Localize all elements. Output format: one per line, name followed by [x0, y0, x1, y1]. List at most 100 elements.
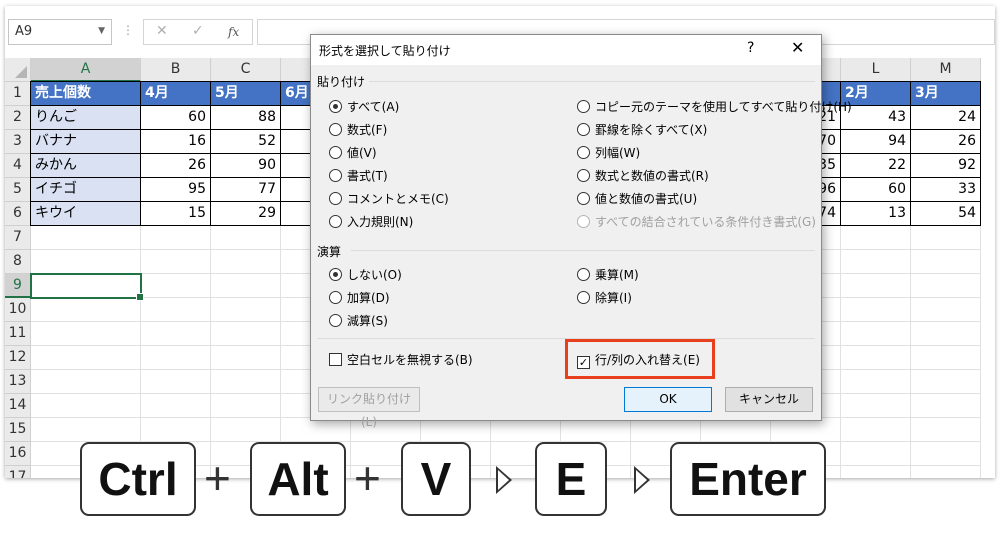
insert-function-icon[interactable]: fx [228, 25, 239, 39]
paste-option-except-borders[interactable]: 罫線を除くすべて(X) [577, 121, 707, 138]
cell[interactable] [31, 298, 141, 322]
cell[interactable] [31, 418, 141, 442]
row-header-11[interactable]: 11 [5, 322, 31, 346]
table-header-cell[interactable]: 5月 [210, 81, 281, 106]
row-header-16[interactable]: 16 [5, 442, 31, 466]
cell[interactable] [31, 250, 141, 274]
cell[interactable] [841, 418, 911, 442]
cell[interactable] [31, 346, 141, 370]
cell[interactable] [141, 322, 211, 346]
value-cell[interactable]: 90 [210, 153, 281, 178]
cell[interactable] [141, 346, 211, 370]
value-cell[interactable]: 26 [910, 129, 981, 154]
column-header-l[interactable]: L [841, 58, 911, 82]
paste-option-column-widths[interactable]: 列幅(W) [577, 144, 640, 161]
cell[interactable] [841, 226, 911, 250]
cell[interactable] [31, 370, 141, 394]
column-header-m[interactable]: M [911, 58, 981, 82]
row-header-15[interactable]: 15 [5, 418, 31, 442]
cell[interactable] [561, 418, 631, 442]
cell[interactable] [631, 418, 701, 442]
paste-option-values[interactable]: 値(V) [329, 144, 377, 161]
paste-option-formulas[interactable]: 数式(F) [329, 121, 387, 138]
item-name-cell[interactable]: キウイ [30, 201, 141, 226]
cell[interactable] [141, 250, 211, 274]
paste-option-values-number-formats[interactable]: 値と数値の書式(U) [577, 190, 697, 207]
cell[interactable] [911, 274, 981, 298]
name-box[interactable]: A9 ▼ [8, 19, 112, 45]
cell[interactable] [31, 322, 141, 346]
row-header-14[interactable]: 14 [5, 394, 31, 418]
cell[interactable] [841, 394, 911, 418]
cell[interactable] [841, 250, 911, 274]
row-header-3[interactable]: 3 [5, 130, 31, 154]
column-header-a[interactable]: A [31, 58, 141, 82]
column-header-b[interactable]: B [141, 58, 211, 82]
operation-add[interactable]: 加算(D) [329, 289, 390, 306]
item-name-cell[interactable]: バナナ [30, 129, 141, 154]
value-cell[interactable]: 15 [140, 201, 211, 226]
chevron-down-icon[interactable]: ▼ [98, 26, 105, 36]
table-header-cell[interactable]: 3月 [910, 81, 981, 106]
enter-icon[interactable]: ✓ [192, 23, 204, 39]
cell[interactable] [911, 370, 981, 394]
cell[interactable] [141, 298, 211, 322]
close-button[interactable]: ✕ [791, 38, 804, 57]
help-button[interactable]: ? [747, 40, 754, 56]
cell[interactable] [211, 346, 281, 370]
cell[interactable] [841, 322, 911, 346]
cell[interactable] [491, 418, 561, 442]
row-header-8[interactable]: 8 [5, 250, 31, 274]
cell[interactable] [911, 466, 981, 478]
cell[interactable] [911, 346, 981, 370]
cell[interactable] [841, 346, 911, 370]
value-cell[interactable]: 60 [140, 105, 211, 130]
paste-option-all[interactable]: すべて(A) [329, 98, 399, 115]
paste-option-source-theme[interactable]: コピー元のテーマを使用してすべて貼り付け(H) [577, 98, 852, 115]
cell[interactable] [911, 322, 981, 346]
drag-handle-icon[interactable]: ⋮ [122, 23, 134, 37]
cell[interactable] [841, 442, 911, 466]
cell[interactable] [911, 298, 981, 322]
operation-none[interactable]: しない(O) [329, 266, 402, 283]
cell[interactable] [841, 298, 911, 322]
cell[interactable] [421, 418, 491, 442]
row-header-5[interactable]: 5 [5, 178, 31, 202]
ok-button[interactable]: OK [624, 387, 712, 412]
value-cell[interactable]: 26 [140, 153, 211, 178]
cell[interactable] [211, 298, 281, 322]
operation-divide[interactable]: 除算(I) [577, 289, 632, 306]
cell[interactable] [281, 418, 351, 442]
cell[interactable] [211, 274, 281, 298]
row-header-12[interactable]: 12 [5, 346, 31, 370]
cell[interactable] [141, 226, 211, 250]
cell[interactable] [141, 274, 211, 298]
cell[interactable] [771, 418, 841, 442]
cell[interactable] [911, 226, 981, 250]
cell[interactable] [211, 418, 281, 442]
cell[interactable] [841, 466, 911, 478]
value-cell[interactable]: 94 [840, 129, 911, 154]
value-cell[interactable]: 95 [140, 177, 211, 202]
cell[interactable] [141, 394, 211, 418]
row-header-2[interactable]: 2 [5, 106, 31, 130]
cell[interactable] [211, 250, 281, 274]
row-header-10[interactable]: 10 [5, 298, 31, 322]
operation-subtract[interactable]: 減算(S) [329, 312, 388, 329]
active-cell-cursor[interactable] [30, 273, 144, 301]
value-cell[interactable]: 52 [210, 129, 281, 154]
value-cell[interactable]: 92 [910, 153, 981, 178]
paste-option-formulas-number-formats[interactable]: 数式と数値の書式(R) [577, 167, 709, 184]
cell[interactable] [211, 322, 281, 346]
item-name-cell[interactable]: みかん [30, 153, 141, 178]
value-cell[interactable]: 24 [910, 105, 981, 130]
value-cell[interactable]: 13 [840, 201, 911, 226]
row-header-9[interactable]: 9 [5, 274, 31, 298]
column-header-c[interactable]: C [211, 58, 281, 82]
value-cell[interactable]: 16 [140, 129, 211, 154]
cell[interactable] [911, 394, 981, 418]
value-cell[interactable]: 54 [910, 201, 981, 226]
paste-option-formats[interactable]: 書式(T) [329, 167, 388, 184]
cell[interactable] [911, 442, 981, 466]
row-header-13[interactable]: 13 [5, 370, 31, 394]
